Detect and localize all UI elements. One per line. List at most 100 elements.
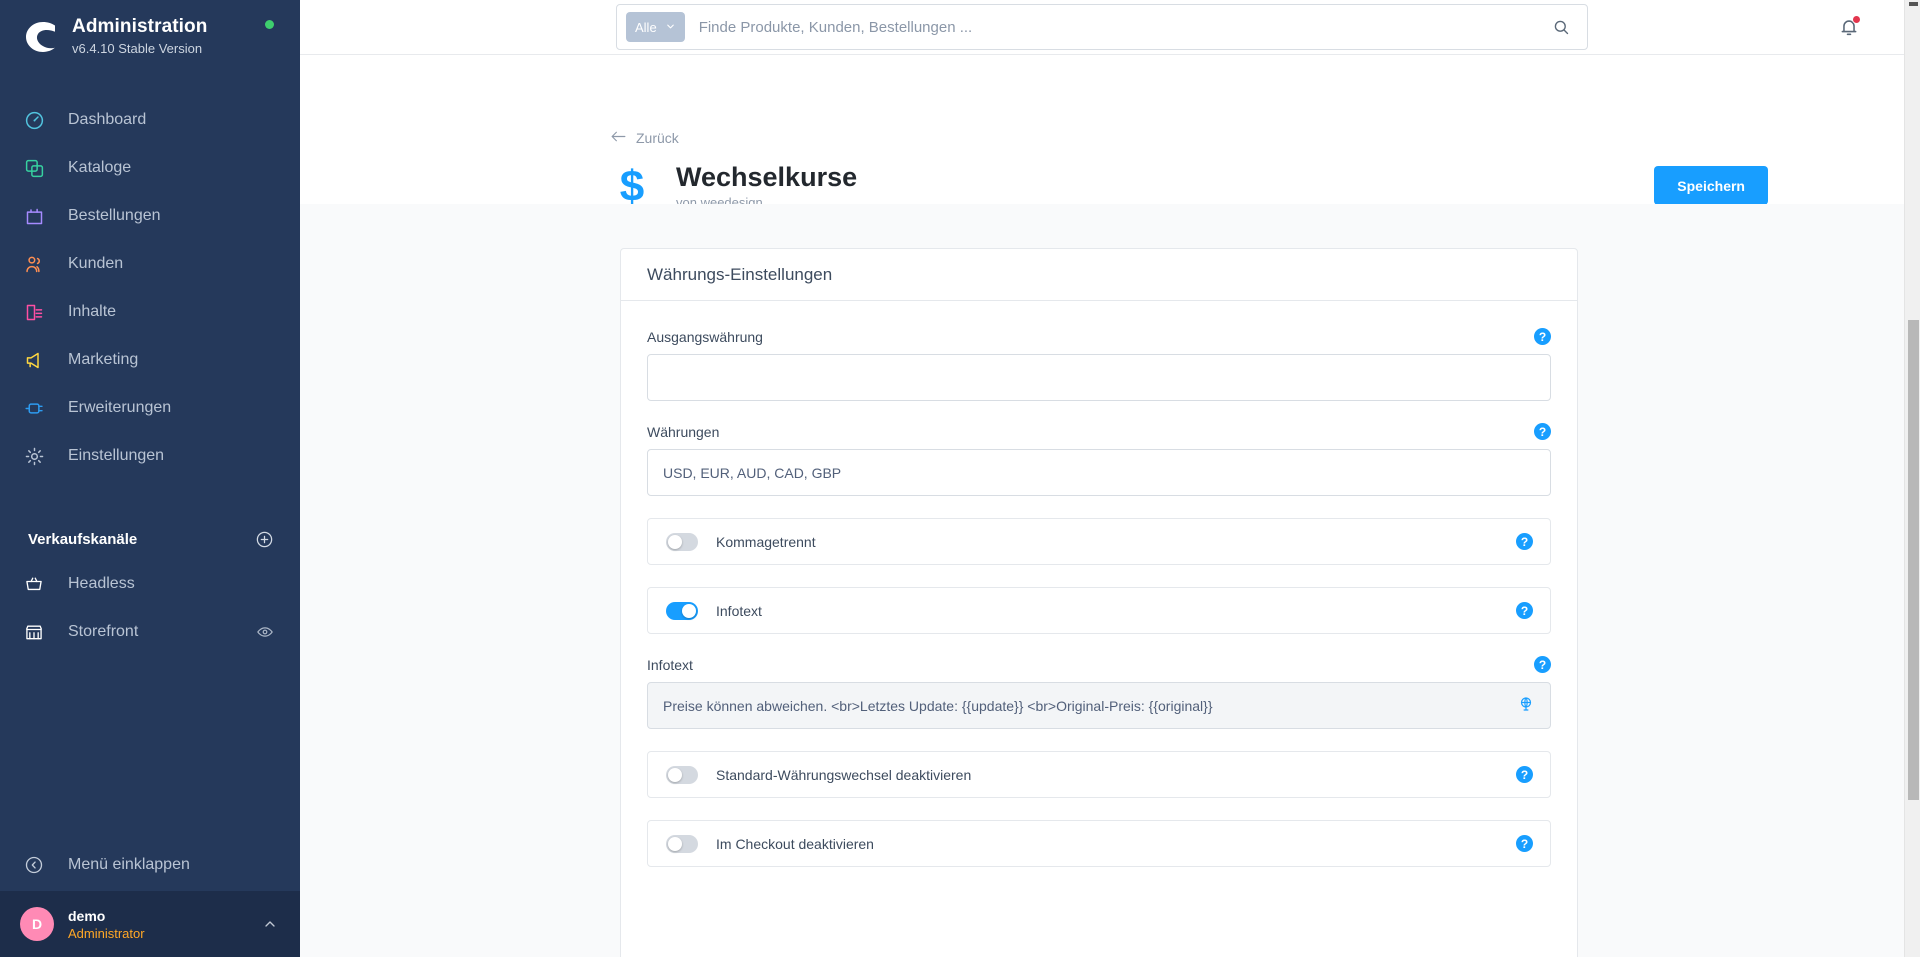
dollar-sign-icon: $ [610,163,654,209]
sidebar-item-bestellungen[interactable]: Bestellungen [0,192,300,240]
sidebar-item-dashboard[interactable]: Dashboard [0,96,300,144]
sidebar-item-marketing[interactable]: Marketing [0,336,300,384]
card-title: Währungs-Einstellungen [647,264,833,284]
storefront-icon [24,622,52,642]
eye-icon[interactable] [256,623,274,641]
sidebar-item-label: Kunden [68,255,124,272]
bell-icon [1838,20,1860,42]
card-header: Währungs-Einstellungen [621,249,1577,301]
arrow-left-icon [610,130,627,146]
catalog-icon [24,158,52,179]
sidebar-item-label: Bestellungen [68,207,161,224]
toggle-disable-default-currency-switch[interactable] [666,765,698,784]
plus-circle-icon[interactable] [255,530,274,549]
sidebar-item-label: Einstellungen [68,447,165,464]
sales-channels-section-header: Verkaufskanäle [0,518,300,560]
collapse-left-icon [24,855,52,875]
sidebar-channel-label: Storefront [68,623,139,640]
page-scrollbar[interactable] [1904,0,1920,957]
field-infotext: Infotext ? Preise können abweichen. <br>… [647,656,1551,729]
sales-channels-title: Verkaufskanäle [28,530,138,548]
orders-bag-icon [24,206,52,227]
toggle-row-comma-separated[interactable]: Kommagetrennt ? [647,518,1551,565]
save-button[interactable]: Speichern [1654,166,1768,205]
globe-icon[interactable] [1517,695,1535,716]
sidebar-item-label: Inhalte [68,303,117,320]
help-icon[interactable]: ? [1516,602,1533,619]
chevron-down-icon [665,20,676,35]
toggle-row-disable-in-checkout[interactable]: Im Checkout deaktivieren ? [647,820,1551,867]
topbar: Alle [300,0,1920,55]
sidebar-item-label: Marketing [68,351,139,368]
customers-icon [24,254,52,275]
toggle-label: Infotext [716,602,762,619]
toggle-label: Kommagetrennt [716,533,816,550]
toggle-label: Im Checkout deaktivieren [716,835,874,852]
field-currencies: Währungen ? USD, EUR, AUD, CAD, GBP [647,423,1551,496]
help-icon[interactable]: ? [1516,766,1533,783]
help-icon[interactable]: ? [1516,835,1533,852]
page-title-row: $ Wechselkurse von weedesign [610,161,857,210]
toggle-infotext[interactable] [666,601,698,620]
sidebar-nav: Dashboard Kataloge Bestellungen Kunden I… [0,96,300,480]
sidebar-item-kunden[interactable]: Kunden [0,240,300,288]
collapse-menu-button[interactable]: Menü einklappen [0,839,300,891]
notification-badge [1852,15,1861,24]
page-title: Wechselkurse [676,162,858,192]
help-icon[interactable]: ? [1534,423,1551,440]
search-scope-label: Alle [635,19,657,35]
back-label: Zurück [636,130,679,146]
content-icon [24,302,52,323]
sidebar-channel-storefront[interactable]: Storefront [0,608,300,656]
main-area: Alle Finde Produkte, Kunden, Bestellunge… [300,0,1920,957]
sidebar-channel-headless[interactable]: Headless [0,560,300,608]
toggle-disable-in-checkout[interactable] [666,834,698,853]
help-icon[interactable]: ? [1516,533,1533,550]
user-role: Administrator [68,925,145,941]
sidebar-item-label: Dashboard [68,111,147,128]
toggle-row-disable-default-currency-switch[interactable]: Standard-Währungswechsel deaktivieren ? [647,751,1551,798]
infotext-value: Preise können abweichen. <br>Letztes Upd… [663,697,1213,714]
toggle-row-infotext[interactable]: Infotext ? [647,587,1551,634]
plugin-icon [24,398,52,419]
field-label: Ausgangswährung [647,328,763,345]
svg-text:$: $ [620,163,644,209]
back-link[interactable]: Zurück [610,130,679,146]
base-currency-input[interactable] [647,354,1551,401]
toggle-comma-separated[interactable] [666,532,698,551]
help-icon[interactable]: ? [1534,656,1551,673]
sidebar-item-label: Kataloge [68,159,132,176]
sidebar-item-label: Erweiterungen [68,399,172,416]
sidebar-brand-version: v6.4.10 Stable Version [72,41,203,56]
page-header: Zurück $ Wechselkurse von weedesign Spei… [300,55,1920,210]
megaphone-icon [24,350,52,371]
sidebar-item-erweiterungen[interactable]: Erweiterungen [0,384,300,432]
scrollbar-thumb[interactable] [1908,320,1919,800]
sidebar-brand-title: Administration [72,16,208,37]
sidebar-item-inhalte[interactable]: Inhalte [0,288,300,336]
search-icon[interactable] [1552,18,1577,37]
sidebar-item-einstellungen[interactable]: Einstellungen [0,432,300,480]
global-search[interactable]: Alle [616,4,1588,50]
scrollbar-up-arrow[interactable] [1909,2,1918,6]
help-icon[interactable]: ? [1534,328,1551,345]
admin-app: Administration v6.4.10 Stable Version Da… [0,0,1920,957]
field-base-currency: Ausgangswährung ? [647,328,1551,401]
user-name: demo [68,907,106,924]
notifications-bell[interactable] [1838,15,1861,43]
sidebar-item-kataloge[interactable]: Kataloge [0,144,300,192]
field-label: Währungen [647,423,720,440]
field-label: Infotext [647,656,693,673]
sidebar-brand[interactable]: Administration v6.4.10 Stable Version [0,0,300,70]
collapse-menu-label: Menü einklappen [68,856,190,873]
dashboard-icon [24,110,52,131]
user-menu[interactable]: D demo Administrator [0,891,300,957]
search-scope-dropdown[interactable]: Alle [626,12,685,42]
chevron-up-icon[interactable] [262,916,278,932]
infotext-input-wrapper[interactable]: Preise können abweichen. <br>Letztes Upd… [647,682,1551,729]
avatar: D [20,907,54,941]
search-input[interactable] [698,18,1552,36]
status-dot [265,20,274,29]
currencies-input[interactable]: USD, EUR, AUD, CAD, GBP [647,449,1551,496]
